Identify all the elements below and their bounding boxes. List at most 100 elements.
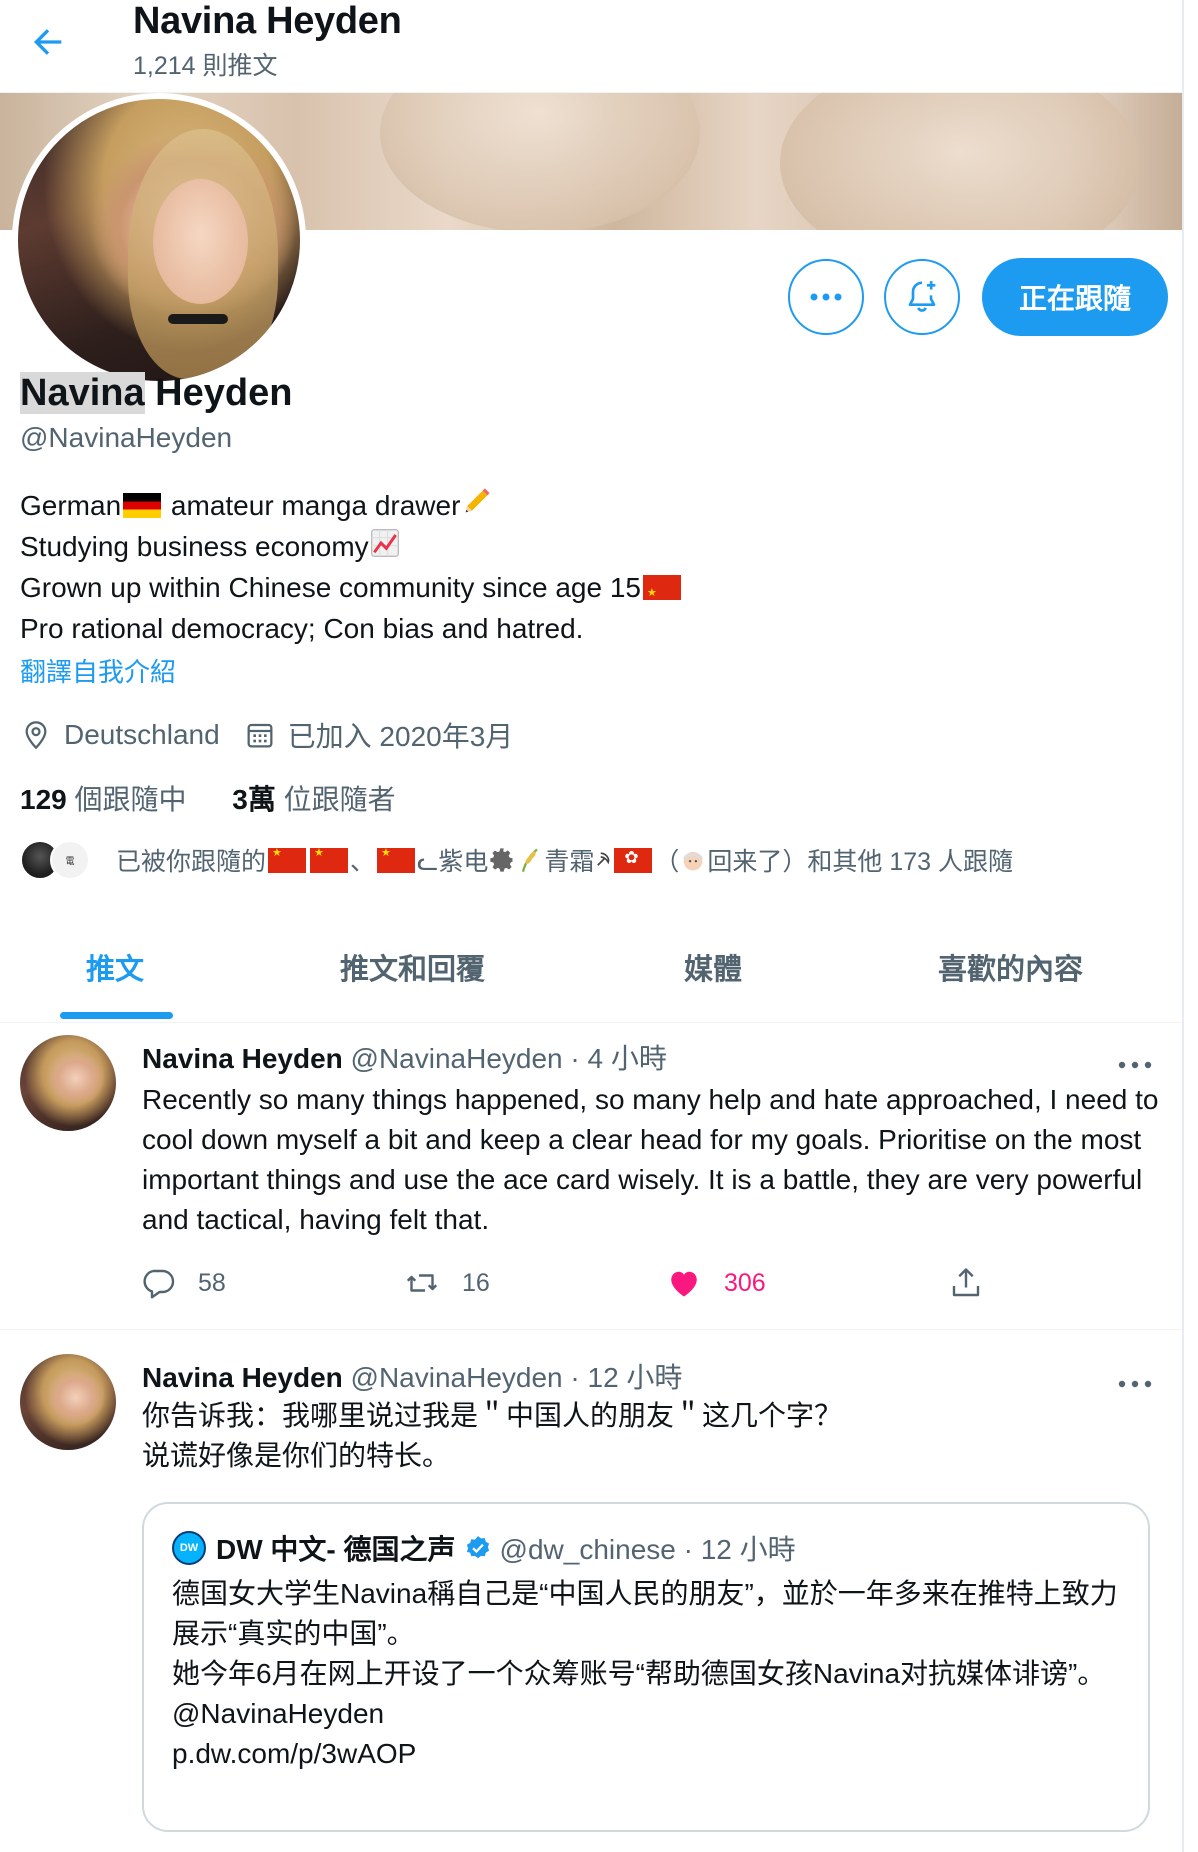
followers-label: 位跟隨者 (275, 784, 396, 815)
following-button[interactable]: 正在跟隨 (982, 258, 1168, 336)
follower-name[interactable]: 青霜 (544, 842, 594, 878)
china-flag-icon (642, 573, 681, 614)
following-link[interactable]: 129 個跟隨中 (20, 784, 187, 815)
bio-text: amateur manga drawer (163, 490, 461, 521)
profile-tabs: 推文 推文和回覆 媒體 喜歡的內容 (0, 912, 1182, 1023)
reply-icon (143, 1269, 175, 1299)
gear-icon (490, 848, 513, 872)
quoted-author-name: DW 中文- 德国之声 (216, 1534, 456, 1565)
quoted-url-link[interactable]: p.dw.com/p/3wAOP (172, 1734, 1132, 1774)
china-flag-icon (310, 846, 349, 873)
profile-bio: German amateur manga drawer Studying bus… (20, 484, 683, 649)
bio-line: Pro rational democracy; Con bias and hat… (20, 613, 584, 644)
tweet-text: Recently so many things happened, so man… (142, 1084, 1159, 1235)
translate-bio-link[interactable]: 翻譯自我介紹 (20, 652, 176, 689)
retweet-count: 16 (462, 1268, 490, 1297)
bio-line: German amateur manga drawer (20, 484, 683, 526)
banner-shape (380, 93, 700, 230)
followed-by-suffix: 和其他 173 人跟隨 (807, 848, 1013, 876)
share-icon (952, 1268, 980, 1297)
back-arrow-icon[interactable] (28, 22, 68, 62)
verified-badge-icon (466, 1536, 489, 1559)
avatar-detail (168, 314, 228, 324)
bio-text: German (20, 490, 122, 521)
follower-avatar: 電 (50, 840, 90, 880)
hammer-sickle-icon (597, 852, 610, 866)
active-tab-indicator (60, 1012, 173, 1019)
follower-name[interactable]: 回来了） (707, 842, 807, 878)
tweet-header: Navina Heyden @NavinaHeyden · 12 小時 (142, 1356, 682, 1396)
reply-button[interactable]: 58 (140, 1265, 226, 1301)
profile-meta: Deutschland 已加入 2020年3月 (20, 715, 513, 755)
quoted-tweet-text: 德国女大学生Navina稱自己是“中国人民的朋友”，並於一年多来在推特上致力展示… (172, 1574, 1132, 1774)
pencil-icon (466, 488, 491, 513)
name-rest: Heyden (144, 372, 293, 414)
location-pin-icon (25, 721, 47, 750)
tab-tweets[interactable]: 推文 (86, 946, 144, 988)
heart-filled-icon (671, 1271, 697, 1297)
top-bar: Navina Heyden 1,214 則推文 (0, 0, 1182, 93)
tweet[interactable]: Navina Heyden @NavinaHeyden · 12 小時 你告诉我… (0, 1330, 1182, 1852)
tweet-more-icon[interactable] (1115, 1055, 1155, 1075)
china-flag-icon (268, 846, 307, 873)
reply-count: 58 (198, 1268, 226, 1297)
germany-flag-icon (123, 493, 162, 518)
tweet-avatar[interactable] (20, 1035, 116, 1131)
china-flag-icon (377, 846, 416, 873)
header-tweet-count: 1,214 則推文 (133, 52, 278, 80)
retweet-icon (406, 1274, 438, 1292)
tweet-author-name[interactable]: Navina Heyden (142, 1043, 343, 1074)
followers-link[interactable]: 3萬 位跟隨者 (232, 784, 395, 815)
tweet[interactable]: Navina Heyden @NavinaHeyden · 4 小時 Recen… (0, 1023, 1182, 1330)
tweet-more-icon[interactable] (1115, 1374, 1155, 1394)
profile-name: Navina Heyden (20, 372, 292, 415)
following-label: 個跟隨中 (66, 784, 187, 815)
tweet-handle-time: @NavinaHeyden · 4 小時 (342, 1043, 667, 1074)
quoted-mention-link[interactable]: @NavinaHeyden (172, 1694, 1132, 1734)
like-button[interactable]: 306 (666, 1265, 766, 1301)
more-options-button[interactable] (788, 259, 864, 335)
tweet-header: Navina Heyden @NavinaHeyden · 4 小時 (142, 1037, 667, 1077)
more-dots-icon (810, 293, 842, 301)
mini-avatar-text: 電 (65, 855, 75, 866)
quoted-tweet[interactable]: DW DW 中文- 德国之声 @dw_chinese · 12 小時 德国女大学… (142, 1502, 1150, 1832)
profile-page: Navina Heyden 1,214 則推文 正在跟隨 Navina Heyd… (0, 0, 1198, 1852)
joined-date: 已加入 2020年3月 (287, 721, 514, 752)
bio-text: Grown up within Chinese community since … (20, 572, 641, 603)
bio-line: Studying business economy (20, 526, 683, 567)
bio-text: Studying business economy (20, 531, 369, 562)
header-name: Navina Heyden (133, 0, 402, 42)
location-text: Deutschland (64, 719, 220, 750)
dw-logo-icon: DW (172, 1531, 206, 1565)
tab-media[interactable]: 媒體 (684, 946, 742, 988)
hong-kong-flag-icon (614, 847, 653, 873)
tab-tweets-and-replies[interactable]: 推文和回覆 (340, 946, 485, 988)
like-count: 306 (724, 1268, 766, 1297)
followed-by-row[interactable]: 電 已被你跟隨的 、 ᓚ紫电 青霜 （ 回来了） 和其他 173 人跟隨 (20, 838, 1013, 882)
old-man-icon (683, 851, 704, 871)
profile-avatar[interactable] (12, 93, 306, 387)
paren-open: （ (654, 848, 680, 876)
notifications-button[interactable] (884, 259, 960, 335)
rice-plant-icon (522, 848, 539, 872)
quoted-handle-time: @dw_chinese · 12 小時 (499, 1534, 796, 1565)
followers-count: 3萬 (232, 784, 276, 815)
avatar-face (153, 179, 248, 304)
tweet-avatar[interactable] (20, 1354, 116, 1450)
retweet-button[interactable]: 16 (404, 1265, 490, 1301)
chart-increasing-icon (370, 529, 399, 557)
follower-name[interactable]: ᓚ紫电 (417, 842, 488, 878)
quoted-tweet-header: DW DW 中文- 德国之声 @dw_chinese · 12 小時 (172, 1528, 796, 1568)
separator: 、 (350, 848, 376, 876)
tweet-author-name[interactable]: Navina Heyden (142, 1362, 343, 1393)
tab-likes[interactable]: 喜歡的內容 (938, 946, 1083, 988)
followed-by-prefix: 已被你跟隨的 (116, 848, 267, 876)
quoted-text-line: 德国女大学生Navina稱自己是“中国人民的朋友”，並於一年多来在推特上致力展示… (172, 1578, 1118, 1649)
quoted-text-line: 她今年6月在网上开设了一个众筹账号“帮助德国女孩Navina对抗媒体诽谤”。 (172, 1658, 1106, 1689)
banner-shape (780, 93, 1140, 230)
main-column: Navina Heyden 1,214 則推文 正在跟隨 Navina Heyd… (0, 0, 1184, 1852)
share-button[interactable] (948, 1265, 1006, 1301)
profile-handle: @NavinaHeyden (20, 422, 233, 453)
tweet-handle-time: @NavinaHeyden · 12 小時 (342, 1362, 683, 1393)
tweet-text: 你告诉我：我哪里说过我是＂中国人的朋友＂这几个字？ 说谎好像是你们的特长。 (142, 1396, 1162, 1476)
